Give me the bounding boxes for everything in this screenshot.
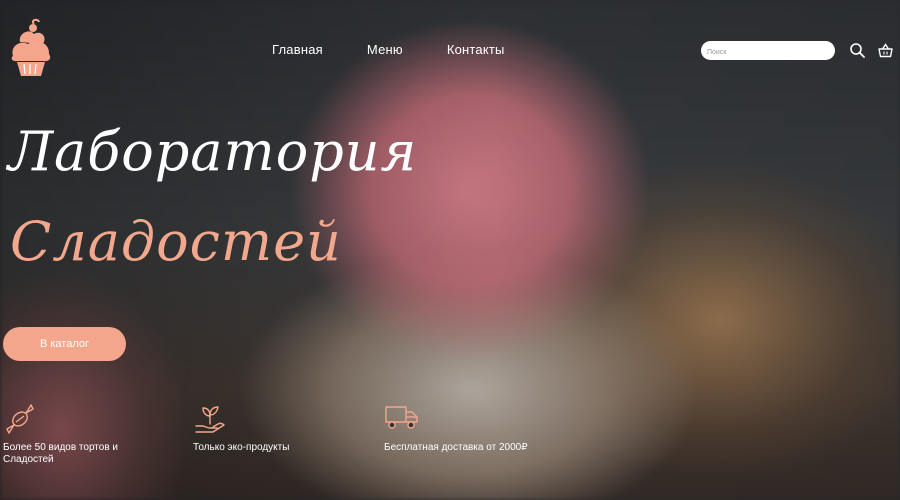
search-input[interactable]	[701, 43, 837, 62]
feature-item-eco: Только эко-продукты	[193, 402, 343, 454]
feature-text-eco: Только эко-продукты	[193, 442, 290, 453]
search-box	[701, 41, 837, 62]
feature-item-delivery: Бесплатная доставка от 2000₽	[384, 402, 534, 454]
search-icon[interactable]	[849, 42, 866, 59]
nav-link-home[interactable]: Главная	[272, 42, 323, 57]
feature-text-assortment: Более 50 видов тортов и Сладостей	[3, 442, 119, 465]
feature-item-assortment: Более 50 видов тортов и Сладостей	[3, 402, 143, 466]
basket-icon[interactable]	[877, 42, 894, 59]
candy-icon	[6, 404, 34, 434]
main-nav: Главная Меню Контакты	[272, 42, 505, 57]
catalog-button[interactable]: В каталог	[3, 327, 126, 361]
cupcake-logo-icon[interactable]	[8, 18, 54, 80]
truck-icon	[385, 406, 418, 429]
plant-hand-icon	[195, 406, 225, 433]
nav-link-contacts[interactable]: Контакты	[447, 42, 505, 57]
hero-title-line1: Лаборатория	[8, 120, 418, 183]
feature-text-delivery: Бесплатная доставка от 2000₽	[384, 442, 528, 453]
site-header: Главная Меню Контакты	[0, 0, 900, 100]
hero-title-line2: Сладостей	[10, 210, 342, 273]
nav-link-menu[interactable]: Меню	[367, 42, 403, 57]
